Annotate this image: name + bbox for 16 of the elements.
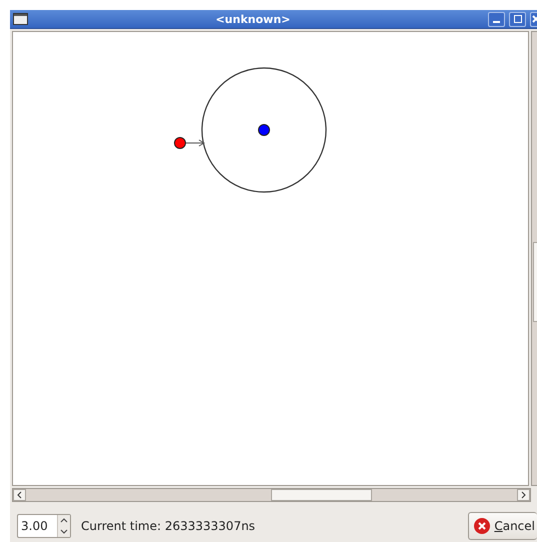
maximize-button[interactable] xyxy=(509,12,526,26)
horizontal-scrollbar[interactable] xyxy=(12,488,531,502)
cancel-icon xyxy=(473,517,492,535)
cancel-button[interactable]: Cancel xyxy=(468,512,537,540)
minimize-button[interactable] xyxy=(488,12,505,26)
window-menu-icon[interactable] xyxy=(13,13,28,25)
particle-dot xyxy=(258,124,270,136)
velocity-arrow xyxy=(184,140,205,146)
status-text: Current time: 2633333307ns xyxy=(81,519,256,533)
close-icon xyxy=(532,15,537,23)
close-button[interactable] xyxy=(530,12,537,26)
vertical-scrollbar[interactable] xyxy=(531,31,537,486)
spin-field[interactable]: 3.00 xyxy=(17,514,71,538)
particle-dot xyxy=(174,137,186,149)
maximize-icon xyxy=(514,15,522,23)
window-title: <unknown> xyxy=(214,12,292,26)
